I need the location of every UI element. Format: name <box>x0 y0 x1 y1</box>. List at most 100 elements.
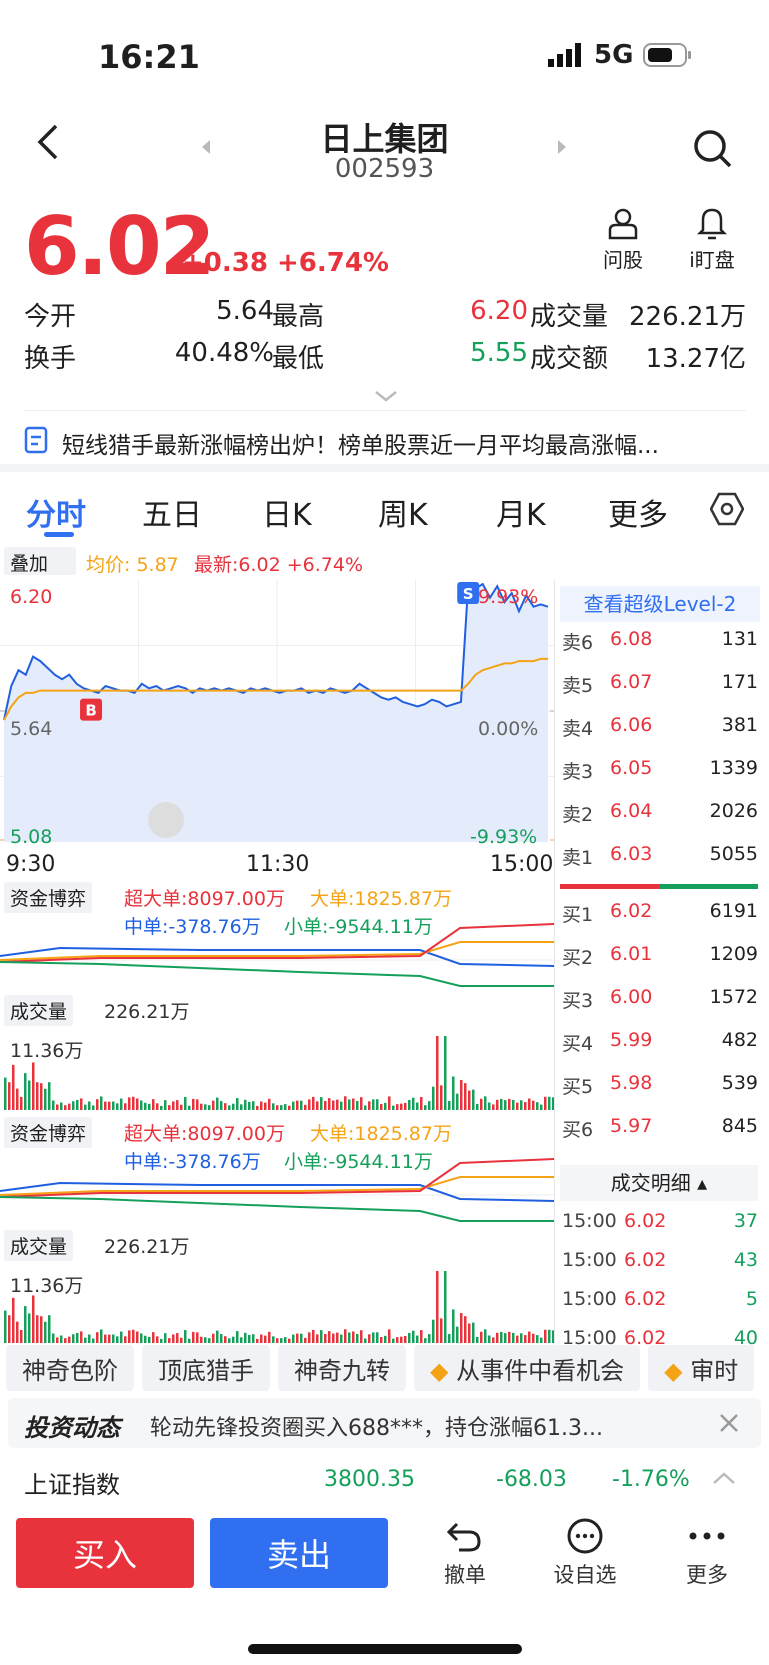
news-ticker[interactable]: 短线猎手最新涨幅榜出炉！榜单股票近一月平均最高涨幅... <box>62 426 752 460</box>
tab-monthly-k[interactable]: 月K <box>496 490 546 534</box>
volume-bar <box>356 1333 359 1343</box>
volume-bar <box>252 1101 255 1110</box>
more-button[interactable]: 更多 <box>662 1518 752 1589</box>
y-tick-mid: 5.64 <box>10 718 53 740</box>
gear-icon[interactable] <box>710 492 744 526</box>
capital-panel-2: 资金博弈 超大单:8097.00万 大单:1825.87万 中单:-378.76… <box>0 1115 554 1227</box>
level-label: 买3 <box>562 990 594 1012</box>
volume-bar <box>328 1098 331 1110</box>
add-watchlist-button[interactable]: 设自选 <box>540 1518 630 1589</box>
volume-bar <box>192 1098 195 1110</box>
tab-intraday[interactable]: 分时 <box>26 490 86 534</box>
volume-bar <box>280 1105 283 1110</box>
more-circle-icon <box>567 1518 603 1554</box>
volume-bar <box>404 1102 407 1110</box>
volume-bar <box>304 1104 307 1110</box>
volume-bar <box>412 1330 415 1343</box>
volume-bar <box>484 1329 487 1343</box>
undo-icon <box>446 1522 481 1552</box>
expand-chevron-icon[interactable] <box>372 388 400 404</box>
trade-detail-button[interactable]: 成交明细 ▴ <box>560 1165 758 1201</box>
volume-bar <box>216 1330 219 1343</box>
bid-row: 买1 6.02 6191 <box>562 900 762 930</box>
trade-list: 15:00 6.02 37 15:00 6.02 43 15:00 6.02 5 15:00 6.0… <box>554 1210 762 1345</box>
volume-bar <box>276 1338 279 1343</box>
volume-bar <box>528 1098 531 1110</box>
volume-bar <box>260 1101 263 1110</box>
ask-row: 卖2 6.04 2026 <box>562 800 762 830</box>
volume-bar <box>480 1331 483 1343</box>
volume-bar <box>508 1331 511 1343</box>
volume-bar <box>120 1331 123 1343</box>
level-price: 5.98 <box>610 1072 653 1094</box>
volume-bar <box>24 1306 27 1343</box>
sell-button[interactable]: 卖出 <box>210 1518 388 1588</box>
tab-more[interactable]: 更多 <box>608 490 668 534</box>
tab-weekly-k[interactable]: 周K <box>378 490 428 534</box>
level-price: 6.08 <box>610 628 653 650</box>
feature-top-bottom[interactable]: 顶底猎手 <box>142 1345 270 1391</box>
volume-bar <box>332 1333 335 1343</box>
overlay-select[interactable]: 叠加 <box>4 547 76 575</box>
feature-more[interactable]: ◆ 审时 <box>648 1345 755 1391</box>
tab-5day[interactable]: 五日 <box>142 490 202 534</box>
feature-nine-turns[interactable]: 神奇九转 <box>278 1345 406 1391</box>
status-indicators: 5G <box>548 40 693 70</box>
volume-bar <box>360 1097 363 1110</box>
volume-bar <box>140 1333 143 1343</box>
volume-bar <box>164 1100 167 1110</box>
search-icon[interactable] <box>692 128 734 170</box>
capital-select[interactable]: 资金博弈 <box>4 1117 93 1148</box>
watch-button[interactable]: i盯盘 <box>682 206 742 273</box>
volume-bar <box>524 1335 527 1343</box>
index-row[interactable]: 上证指数 3800.35 -68.03 -1.76% <box>0 1455 769 1505</box>
latest-price: 最新:6.02 +6.74% <box>194 554 364 576</box>
volume-bar <box>20 1329 23 1343</box>
feature-color-scale[interactable]: 神奇色阶 <box>6 1345 134 1391</box>
level-volume: 2026 <box>709 800 758 822</box>
volume-bar <box>248 1334 251 1343</box>
volume-bar <box>532 1333 535 1343</box>
volume-bar <box>344 1329 347 1343</box>
y-pct-low: -9.93% <box>470 826 538 848</box>
level-volume: 482 <box>721 1029 758 1051</box>
volume-bar <box>384 1102 387 1110</box>
bid-row: 买3 6.00 1572 <box>562 986 762 1016</box>
volume-bar <box>432 1319 435 1343</box>
volume-bar <box>416 1102 419 1110</box>
volume-bar <box>416 1335 419 1343</box>
volume-title: 成交量 <box>10 1236 68 1258</box>
capital-select[interactable]: 资金博弈 <box>4 882 93 913</box>
volume-bar <box>400 1336 403 1343</box>
index-change: -68.03 <box>496 1467 567 1492</box>
close-icon[interactable] <box>718 1412 740 1434</box>
chevron-up-icon[interactable] <box>712 1471 736 1485</box>
volume-bar <box>232 1103 235 1110</box>
level-label: 买2 <box>562 947 594 969</box>
tab-daily-k[interactable]: 日K <box>262 490 312 534</box>
ask-stock-button[interactable]: 问股 <box>600 206 646 273</box>
volume-bar <box>460 1313 463 1343</box>
volume-bar <box>520 1100 523 1110</box>
volume-select[interactable]: 成交量 <box>4 1230 74 1261</box>
overlay-label: 叠加 <box>10 553 49 575</box>
volume-select[interactable]: 成交量 <box>4 995 74 1026</box>
volume-bar <box>516 1335 519 1343</box>
home-indicator <box>248 1644 522 1654</box>
volume-bar <box>228 1338 231 1343</box>
volume-bar <box>148 1103 151 1110</box>
volume-bar <box>28 1080 31 1110</box>
volume-bar <box>4 1310 7 1343</box>
feature-event[interactable]: ◆ 从事件中看机会 <box>414 1345 641 1391</box>
volume-bar <box>444 1036 447 1110</box>
volume-bar <box>16 1321 19 1343</box>
cancel-order-button[interactable]: 撤单 <box>420 1518 510 1589</box>
capital-title: 资金博弈 <box>10 1123 87 1145</box>
volume-bar <box>388 1329 391 1343</box>
level2-button[interactable]: 查看超级Level-2 <box>560 586 760 622</box>
volume-bar <box>424 1105 427 1110</box>
ellipsis-icon <box>689 1532 725 1540</box>
buy-button[interactable]: 买入 <box>16 1518 194 1588</box>
add-watchlist-label: 设自选 <box>553 1563 617 1587</box>
volume-bar <box>456 1093 459 1110</box>
